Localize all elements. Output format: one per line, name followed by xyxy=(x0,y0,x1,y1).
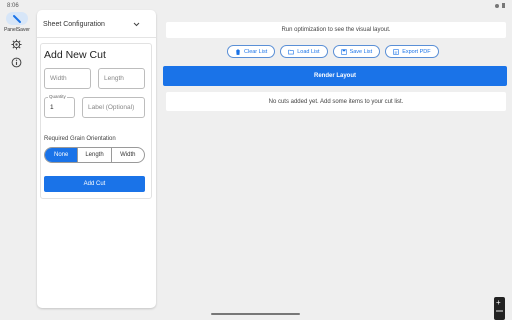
chevron-down-icon xyxy=(133,22,140,27)
width-input[interactable]: Width xyxy=(44,68,91,89)
gear-icon[interactable] xyxy=(11,39,22,50)
add-cut-button[interactable]: Add Cut xyxy=(44,176,145,192)
save-list-button[interactable]: Save List xyxy=(332,45,381,58)
app-name: PanelSaver xyxy=(4,27,30,33)
empty-cut-list-message: No cuts added yet. Add some items to you… xyxy=(268,98,404,105)
load-list-label: Load List xyxy=(297,48,320,55)
length-placeholder: Length xyxy=(104,75,124,82)
clear-list-button[interactable]: Clear List xyxy=(227,45,276,58)
quantity-value: 1 xyxy=(50,104,54,111)
visual-layout-placeholder: Run optimization to see the visual layou… xyxy=(166,22,506,38)
grain-orientation-toggle: None Length Width xyxy=(44,147,145,163)
add-cut-title: Add New Cut xyxy=(44,49,106,61)
grain-option-width[interactable]: Width xyxy=(110,148,144,162)
battery-icon xyxy=(502,3,505,8)
cut-list-toolbar: Clear List Load List Save List Export PD… xyxy=(227,45,439,58)
quantity-label: Quantity xyxy=(48,94,67,100)
plus-icon: + xyxy=(496,298,501,307)
load-list-button[interactable]: Load List xyxy=(280,45,328,58)
export-pdf-button[interactable]: Export PDF xyxy=(385,45,439,58)
render-layout-button[interactable]: Render Layout xyxy=(163,66,507,86)
trash-icon xyxy=(236,48,240,55)
cut-list-empty-state: No cuts added yet. Add some items to you… xyxy=(166,92,506,111)
app-logo-button[interactable] xyxy=(6,12,28,25)
export-pdf-label: Export PDF xyxy=(402,48,431,55)
minus-bar-icon xyxy=(496,310,503,312)
sheet-configuration-label: Sheet Configuration xyxy=(43,21,105,28)
visual-layout-message: Run optimization to see the visual layou… xyxy=(281,27,391,33)
grain-orientation-label: Required Grain Orientation xyxy=(44,136,116,142)
floating-overlay-widget[interactable]: + xyxy=(494,297,505,320)
status-time: 8:06 xyxy=(7,3,19,9)
signal-icon xyxy=(495,3,499,8)
label-placeholder: Label (Optional) xyxy=(88,104,135,111)
pdf-icon xyxy=(393,48,399,55)
add-cut-card: Add New Cut Width Length Quantity 1 Labe… xyxy=(40,43,152,199)
grain-option-length[interactable]: Length xyxy=(77,148,110,162)
save-icon xyxy=(340,48,347,55)
gesture-navigation-bar[interactable] xyxy=(211,313,300,315)
length-input[interactable]: Length xyxy=(98,68,145,89)
status-icons xyxy=(495,3,505,8)
grain-option-none[interactable]: None xyxy=(45,148,78,162)
quantity-input[interactable]: Quantity 1 xyxy=(44,94,75,118)
save-list-label: Save List xyxy=(349,48,373,55)
side-panel: Sheet Configuration Add New Cut Width Le… xyxy=(37,10,156,308)
width-placeholder: Width xyxy=(50,75,67,82)
sheet-configuration-dropdown[interactable]: Sheet Configuration xyxy=(37,12,156,38)
label-input[interactable]: Label (Optional) xyxy=(82,97,145,118)
clear-list-label: Clear List xyxy=(244,48,268,55)
info-icon[interactable] xyxy=(11,57,22,68)
folder-icon xyxy=(288,49,295,54)
pen-icon xyxy=(13,15,21,23)
